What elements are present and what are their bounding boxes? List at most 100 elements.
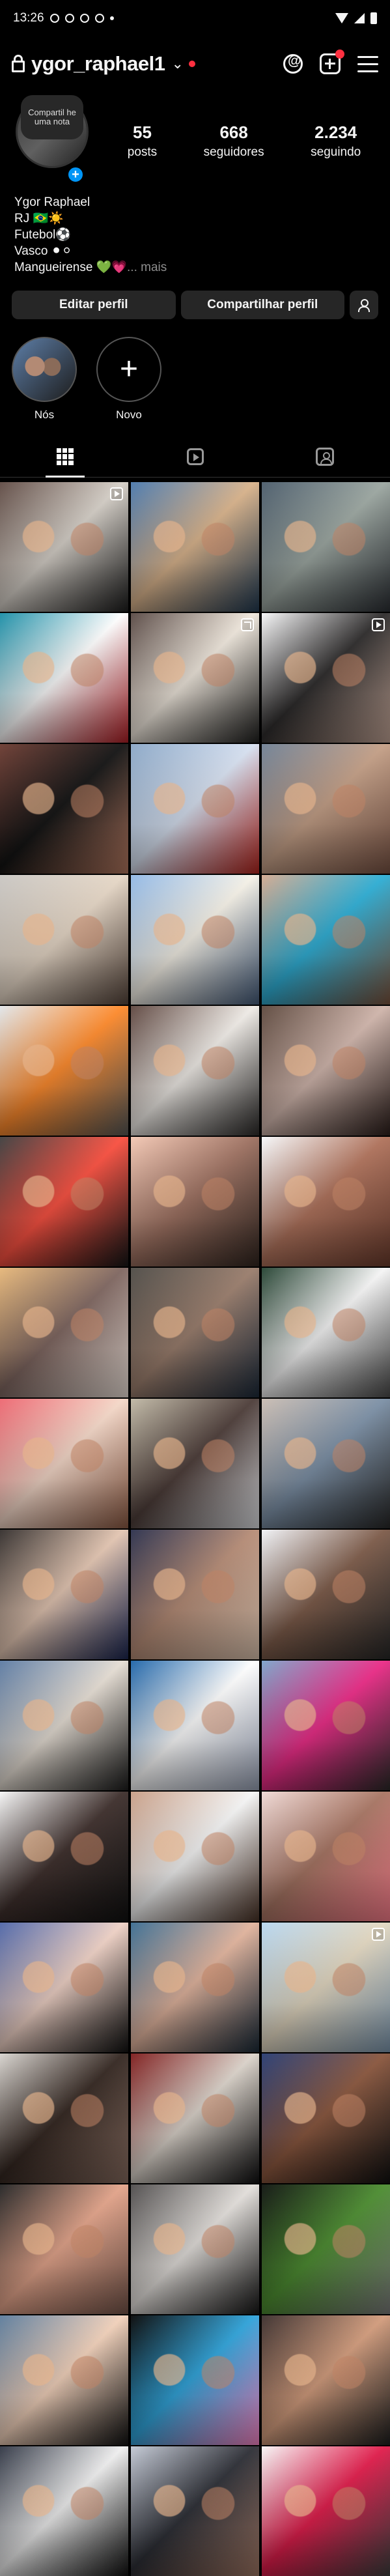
post-thumbnail[interactable] [131,744,259,874]
post-thumbnail[interactable] [0,744,128,874]
post-thumbnail[interactable] [131,482,259,612]
post-thumbnail[interactable] [131,2446,259,2576]
stat-following[interactable]: 2.234 seguindo [311,122,361,160]
bio-samba-school: Mangueirense 💚💗 [14,261,128,274]
create-post-button[interactable] [320,50,344,74]
note-bubble[interactable]: Compartil he uma nota [21,95,83,139]
post-thumbnail[interactable] [131,1137,259,1267]
post-thumbnail[interactable] [0,1792,128,1921]
highlight-photo [12,337,77,402]
post-thumbnail[interactable] [0,482,128,612]
post-thumbnail[interactable] [131,1923,259,2052]
bio-team: Vasco ⚫⚪ [14,244,72,258]
post-thumbnail[interactable] [0,1661,128,1790]
post-thumbnail[interactable] [262,482,390,612]
notification-dot-icon [109,16,114,20]
post-thumbnail[interactable] [0,1923,128,2052]
post-thumbnail[interactable] [0,2315,128,2445]
posts-label: posts [127,145,158,159]
tab-reels[interactable] [130,436,260,477]
following-label: seguindo [311,145,361,159]
post-thumbnail[interactable] [262,1006,390,1136]
facebook-icon [94,14,104,23]
bio-school: Mangueirense 💚💗... mais [14,259,379,276]
battery-icon [370,12,377,24]
whatsapp-icon [49,14,59,23]
post-thumbnail[interactable] [131,1268,259,1397]
post-thumbnail[interactable] [262,2054,390,2183]
facebook-icon [79,14,89,23]
plus-icon: + [119,352,139,386]
post-thumbnail[interactable] [131,1792,259,1921]
post-thumbnail[interactable] [0,1268,128,1397]
notification-badge [188,61,195,67]
stat-followers[interactable]: 668 seguidores [204,122,264,160]
post-thumbnail[interactable] [131,2315,259,2445]
story-highlights: Nós + Novo [10,337,375,425]
lock-icon [12,55,25,72]
followers-label: seguidores [203,145,264,159]
add-user-button[interactable] [350,291,378,319]
status-left: 13:26 [13,11,114,25]
bio-more-link[interactable]: ... mais [127,261,167,274]
profile-username[interactable]: ygor_raphael1 [31,52,165,76]
highlight-nos[interactable]: Nós [10,337,78,425]
bio-football: Futebol⚽ [14,228,72,242]
threads-icon[interactable] [283,53,303,74]
status-right [335,12,377,24]
post-thumbnail[interactable] [131,875,259,1005]
post-thumbnail[interactable] [0,1137,128,1267]
post-thumbnail[interactable] [262,1137,390,1267]
menu-icon[interactable] [357,55,378,72]
tagged-icon [316,448,335,466]
post-thumbnail[interactable] [0,1399,128,1528]
edit-profile-button[interactable]: Editar perfil [12,291,176,319]
post-thumbnail[interactable] [131,1530,259,1659]
share-profile-button[interactable]: Compartilhar perfil [180,291,344,319]
signal-icon [354,13,365,23]
post-thumbnail[interactable] [262,1792,390,1921]
post-thumbnail[interactable] [262,1399,390,1528]
post-thumbnail[interactable] [262,1661,390,1790]
post-thumbnail[interactable] [262,2446,390,2576]
chevron-down-icon[interactable]: ⌄ [171,55,183,72]
post-thumbnail[interactable] [262,744,390,874]
post-thumbnail[interactable] [262,2315,390,2445]
top-actions [283,50,378,74]
posts-count: 55 [133,122,152,142]
post-thumbnail[interactable] [131,1006,259,1136]
tab-posts[interactable] [0,436,130,478]
post-thumbnail[interactable] [131,2184,259,2314]
post-thumbnail[interactable] [262,1530,390,1659]
followers-count: 668 [219,122,248,142]
post-thumbnail[interactable] [131,2054,259,2183]
post-thumbnail[interactable] [131,613,259,743]
highlight-new[interactable]: + Novo [95,337,163,425]
tab-tagged[interactable] [260,436,390,477]
post-thumbnail[interactable] [0,613,128,743]
reel-icon [110,487,123,500]
stat-posts[interactable]: 55 posts [128,122,157,160]
post-thumbnail[interactable] [0,2446,128,2576]
post-thumbnail[interactable] [0,1006,128,1136]
create-badge [335,50,344,59]
following-count: 2.234 [314,122,357,142]
profile-buttons: Editar perfil Compartilhar perfil [12,291,378,319]
post-thumbnail[interactable] [131,1399,259,1528]
profile-topbar: ygor_raphael1 ⌄ [0,40,390,87]
post-thumbnail[interactable] [262,1923,390,2052]
post-thumbnail[interactable] [131,1661,259,1790]
post-thumbnail[interactable] [262,1268,390,1397]
grid-icon [56,448,74,465]
post-thumbnail[interactable] [262,875,390,1005]
profile-tabs [0,436,390,478]
post-thumbnail[interactable] [262,2184,390,2314]
post-thumbnail[interactable] [0,2184,128,2314]
wifi-icon [335,13,348,23]
post-thumbnail[interactable] [0,2054,128,2183]
profile-header: Compartil he uma nota + 55 posts 668 seg… [0,95,390,193]
post-thumbnail[interactable] [0,875,128,1005]
post-thumbnail[interactable] [262,613,390,743]
post-thumbnail[interactable] [0,1530,128,1659]
add-story-button[interactable]: + [66,165,85,184]
